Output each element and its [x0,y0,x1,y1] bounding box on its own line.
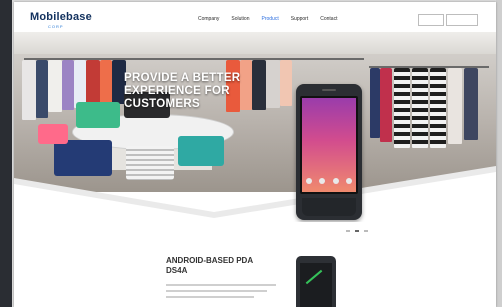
carousel-dot-3[interactable] [364,230,368,232]
garment [74,60,86,108]
app-icon [345,178,352,184]
header-button-2[interactable] [446,14,478,26]
nav-item-product[interactable]: Product [261,16,278,22]
description-line [166,284,276,286]
garment [412,68,428,148]
garment [62,60,74,110]
device-chin [302,198,356,216]
hero-wave-divider [14,166,496,222]
carousel-dot-2[interactable] [355,230,359,232]
hero-headline-line1: PROVIDE A BETTER [124,72,241,84]
hero-headline-line2: EXPERIENCE FOR [124,85,230,97]
folded-clothes [38,124,68,144]
logo-subtitle: CORP [48,24,64,29]
folded-clothes [76,102,120,128]
garment [464,68,478,140]
app-icon [332,178,339,184]
main-nav: Company Solution Product Support Contact [198,16,337,22]
nav-item-contact[interactable]: Contact [320,16,337,22]
product-description [166,284,276,302]
nav-item-support[interactable]: Support [291,16,309,22]
site-header: Mobilebase CORP Company Solution Product… [14,2,496,36]
garment [48,60,62,112]
garment [394,68,410,148]
app-icon [319,178,326,184]
hero-headline: PROVIDE A BETTER EXPERIENCE FOR CUSTOMER… [124,72,264,111]
nav-item-company[interactable]: Company [198,16,219,22]
pda-device-thumbnail[interactable] [296,256,336,307]
garment [448,68,462,144]
carousel-pagination [346,230,368,232]
garment [370,68,380,138]
description-line [166,296,254,298]
product-title-line1: ANDROID-BASED PDA [166,256,254,265]
device-speaker [322,89,336,91]
app-icon [306,178,312,184]
pda-device-image [296,84,362,220]
garment [266,60,280,108]
product-title-line2: DS4A [166,266,188,275]
folded-clothes [178,136,224,166]
device-app-dock [306,178,352,184]
product-title: ANDROID-BASED PDA DS4A [166,256,286,276]
background-strip-left [0,0,12,307]
garment [280,60,292,106]
garment [22,60,36,120]
description-line [166,290,268,292]
garment [100,60,112,104]
hero-banner: PROVIDE A BETTER EXPERIENCE FOR CUSTOMER… [14,32,496,222]
store-ceiling [14,32,496,54]
garment [86,60,100,106]
garment [36,60,48,118]
background-strip-right [496,0,502,307]
web-page: Mobilebase CORP Company Solution Product… [14,2,496,307]
carousel-dot-1[interactable] [346,230,350,232]
logo[interactable]: Mobilebase [30,11,92,23]
device-screen [300,263,332,307]
header-button-1[interactable] [418,14,444,26]
hero-headline-line3: CUSTOMERS [124,98,200,110]
garment [430,68,446,148]
nav-item-solution[interactable]: Solution [231,16,249,22]
garment [380,68,392,142]
